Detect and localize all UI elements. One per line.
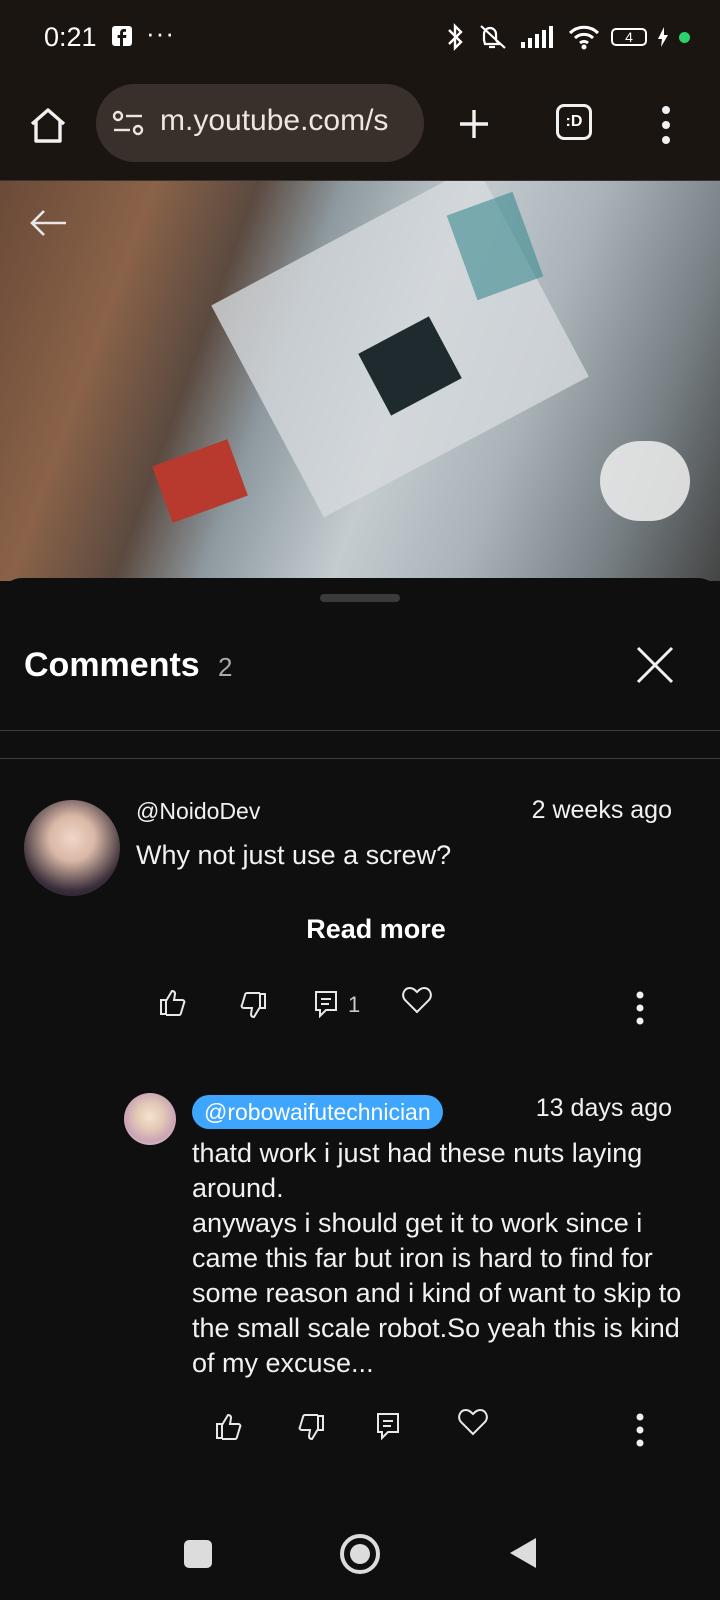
comment-text: Why not just use a screw? bbox=[136, 840, 452, 870]
back-button[interactable] bbox=[508, 1536, 538, 1570]
comment-time: 2 weeks ago bbox=[531, 796, 672, 824]
comment-author[interactable]: @NoidoDev bbox=[136, 798, 260, 825]
more-notifications-icon: ··· bbox=[146, 18, 175, 48]
bluetooth-icon bbox=[448, 23, 463, 51]
divider bbox=[0, 758, 720, 759]
avatar[interactable] bbox=[124, 1093, 176, 1145]
url-text[interactable]: m.youtube.com/s bbox=[160, 104, 388, 138]
back-arrow-icon[interactable] bbox=[28, 207, 68, 239]
status-icons: 4 bbox=[445, 22, 690, 52]
drag-handle[interactable] bbox=[320, 594, 400, 602]
reply-time: 13 days ago bbox=[535, 1094, 672, 1122]
mute-icon bbox=[480, 25, 506, 49]
reply-count[interactable]: 1 bbox=[348, 992, 360, 1018]
comments-title: Comments bbox=[24, 646, 200, 684]
dislike-icon[interactable] bbox=[298, 1414, 326, 1442]
signal-icon bbox=[521, 26, 553, 48]
close-icon[interactable] bbox=[636, 646, 674, 684]
recents-button[interactable] bbox=[184, 1540, 212, 1568]
privacy-indicator-dot bbox=[679, 31, 690, 43]
facebook-icon bbox=[112, 26, 132, 46]
divider bbox=[0, 730, 720, 731]
reply-menu-icon[interactable] bbox=[635, 1412, 645, 1448]
reply-icon[interactable] bbox=[376, 1412, 400, 1440]
comment-menu-icon[interactable] bbox=[635, 990, 645, 1026]
status-time: 0:21 bbox=[44, 22, 97, 52]
reply-icon[interactable] bbox=[314, 990, 338, 1018]
browser-menu-icon[interactable] bbox=[656, 100, 676, 150]
tab-switcher-label: :D bbox=[565, 113, 583, 130]
address-bar[interactable]: m.youtube.com/s bbox=[96, 84, 424, 162]
site-settings-icon[interactable] bbox=[112, 108, 146, 138]
charging-icon bbox=[658, 27, 668, 47]
avatar[interactable] bbox=[24, 800, 120, 896]
like-icon[interactable] bbox=[158, 988, 186, 1016]
home-icon[interactable] bbox=[26, 104, 70, 148]
battery-icon: 4 bbox=[611, 28, 647, 46]
battery-level: 4 bbox=[625, 29, 633, 45]
video-player[interactable] bbox=[0, 181, 720, 581]
video-frame-shape bbox=[600, 441, 690, 521]
dislike-icon[interactable] bbox=[240, 992, 268, 1020]
comments-sheet: Comments 2 @NoidoDev 2 weeks ago Why not… bbox=[0, 578, 720, 1600]
system-nav-bar bbox=[0, 1510, 720, 1600]
wifi-icon bbox=[568, 25, 600, 50]
video-frame-shape bbox=[152, 439, 248, 523]
heart-icon[interactable] bbox=[402, 986, 432, 1014]
like-icon[interactable] bbox=[214, 1412, 242, 1440]
browser-toolbar: m.youtube.com/s :D bbox=[0, 78, 720, 181]
home-button[interactable] bbox=[340, 1534, 380, 1574]
new-tab-icon[interactable] bbox=[452, 102, 496, 146]
status-bar: 0:21 ··· 4 bbox=[0, 0, 720, 78]
tab-switcher-button[interactable]: :D bbox=[556, 104, 592, 140]
comments-count: 2 bbox=[218, 652, 233, 682]
read-more-button[interactable]: Read more bbox=[0, 914, 720, 945]
heart-icon[interactable] bbox=[458, 1408, 488, 1436]
reply-text: thatd work i just had these nuts laying … bbox=[192, 1138, 682, 1378]
reply-author-mention[interactable]: @robowaifutechnician bbox=[192, 1095, 443, 1129]
